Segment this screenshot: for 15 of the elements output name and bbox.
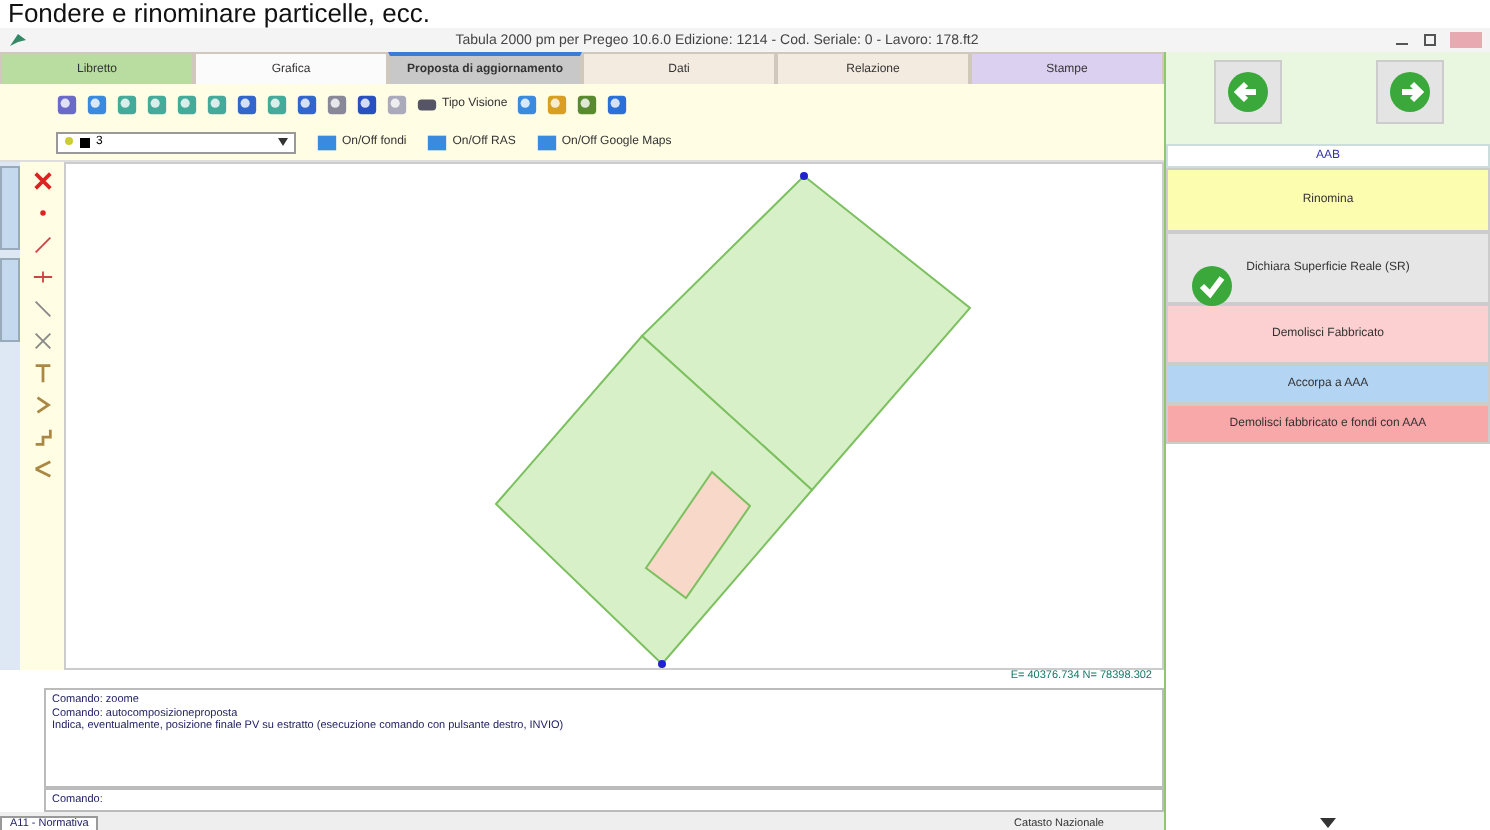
back-button[interactable] [1213,60,1281,124]
dropdown-caret-icon [278,138,288,146]
square-icon [80,137,90,147]
cross-icon[interactable] [31,330,53,352]
forward-button[interactable] [1375,60,1443,124]
restore-icon[interactable] [1422,32,1438,48]
check-icon [1190,264,1234,308]
t-shape-icon[interactable] [31,362,53,384]
video-caption: Fondere e rinominare particelle, ecc. [6,0,432,28]
perpendicular-icon[interactable] [31,266,53,288]
scroll-down-icon[interactable] [1320,818,1336,830]
delete-icon[interactable] [31,170,53,192]
line-icon[interactable] [31,234,53,256]
line-icon[interactable] [31,298,53,320]
stairs-icon[interactable] [31,426,53,448]
